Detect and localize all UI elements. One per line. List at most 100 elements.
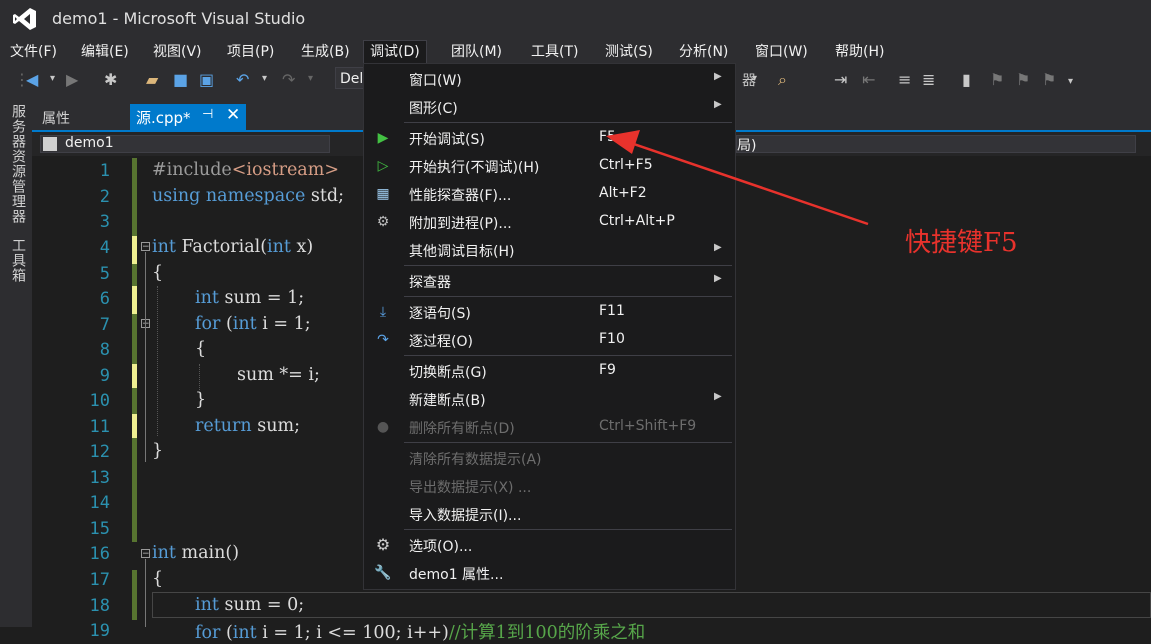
line-number: 17 — [89, 570, 110, 590]
indent-icon[interactable]: ⇥ — [834, 70, 847, 89]
annotation-label: 快捷键F5 — [905, 228, 1018, 258]
menu-item-toggle-breakpoint[interactable]: 切换断点(G) F9 — [364, 357, 735, 385]
menu-item-options[interactable]: ⚙ 选项(O)... — [364, 531, 735, 559]
menu-item-start-without-debugging[interactable]: ▷ 开始执行(不调试)(H) Ctrl+F5 — [364, 152, 735, 180]
redo-icon[interactable]: ↷ — [282, 70, 295, 89]
menu-window[interactable]: 窗口(W) — [749, 41, 814, 63]
forward-icon[interactable]: ▶ — [66, 70, 78, 89]
change-mark-unsaved — [132, 364, 137, 388]
change-mark-unsaved — [132, 414, 137, 438]
change-mark-saved — [132, 314, 137, 364]
toolbox-tab[interactable]: 工具箱 — [8, 238, 28, 283]
code-line: int Factorial(int x) — [152, 237, 314, 257]
gear-icon: ⚙ — [375, 535, 391, 554]
undo-icon[interactable]: ↶ — [236, 70, 249, 89]
menu-view[interactable]: 视图(V) — [147, 41, 208, 63]
fold-guide — [145, 252, 146, 462]
menu-file[interactable]: 文件(F) — [4, 41, 63, 63]
change-mark-saved — [132, 438, 137, 542]
menu-item-attach-to-process[interactable]: ⚙ 附加到进程(P)... Ctrl+Alt+P — [364, 208, 735, 236]
clear-bookmarks-icon[interactable]: ⚑ — [1042, 70, 1056, 89]
line-number: 13 — [89, 468, 110, 488]
member-scope-combo[interactable]: 局) — [736, 135, 1136, 154]
menu-item-other-debug-targets[interactable]: 其他调试目标(H) ▶ — [364, 236, 735, 264]
code-line: int main() — [152, 543, 240, 563]
prev-bookmark-icon[interactable]: ⚑ — [990, 70, 1004, 89]
menu-item-start-debugging[interactable]: ▶ 开始调试(S) F5 — [364, 124, 735, 152]
menu-debug[interactable]: 调试(D) — [363, 40, 427, 65]
change-mark-unsaved — [132, 286, 137, 314]
line-number: 6 — [99, 289, 110, 309]
close-icon[interactable]: ✕ — [226, 105, 240, 125]
menu-item-windows[interactable]: 窗口(W) ▶ — [364, 65, 735, 93]
menu-item-import-datatips[interactable]: 导入数据提示(I)... — [364, 500, 735, 528]
menu-help[interactable]: 帮助(H) — [829, 41, 890, 63]
comment-icon[interactable]: ≡ — [898, 70, 911, 89]
code-line: } — [152, 441, 164, 461]
menu-separator — [404, 442, 732, 443]
save-all-icon[interactable]: ▣ — [199, 70, 214, 89]
play-outline-icon: ▷ — [377, 158, 389, 174]
uncomment-icon[interactable]: ≣ — [922, 70, 935, 89]
fold-guide — [145, 559, 146, 627]
collapse-icon[interactable]: − — [141, 242, 150, 252]
menu-project[interactable]: 项目(P) — [221, 41, 280, 63]
code-line: } — [195, 390, 207, 410]
submenu-arrow-icon: ▶ — [714, 242, 722, 253]
open-icon[interactable]: ▰ — [146, 70, 158, 89]
change-mark-saved — [132, 264, 137, 286]
tab-label: 源.cpp* — [136, 109, 191, 127]
bookmark-icon[interactable]: ▮ — [962, 70, 971, 89]
collapse-icon[interactable]: − — [141, 549, 150, 559]
menu-item-project-properties[interactable]: 🔧 demo1 属性... — [364, 559, 735, 587]
menu-team[interactable]: 团队(M) — [445, 41, 508, 63]
code-line: #include<iostream> — [152, 160, 339, 180]
menu-test[interactable]: 测试(S) — [599, 41, 659, 63]
menu-item-delete-all-breakpoints: ● 删除所有断点(D) Ctrl+Shift+F9 — [364, 413, 735, 441]
menu-bar: 文件(F) 编辑(E) 视图(V) 项目(P) 生成(B) 调试(D) 团队(M… — [0, 38, 1151, 65]
line-number: 3 — [99, 212, 110, 232]
menu-edit[interactable]: 编辑(E) — [75, 41, 135, 63]
line-number: 16 — [89, 544, 110, 564]
code-line: for (int i = 1; — [195, 314, 311, 334]
next-bookmark-icon[interactable]: ⚑ — [1016, 70, 1030, 89]
delete-breakpoints-icon: ● — [376, 419, 390, 435]
outdent-icon[interactable]: ⇤ — [862, 70, 875, 89]
find-in-files-icon[interactable]: ⌕ — [778, 70, 787, 90]
line-number: 19 — [89, 621, 110, 641]
new-project-icon[interactable]: ✱ — [104, 70, 117, 89]
line-number: 1 — [99, 161, 110, 181]
tab-properties[interactable]: 属性 — [42, 108, 70, 128]
menu-item-new-breakpoint[interactable]: 新建断点(B) ▶ — [364, 385, 735, 413]
member-scope-label: 局) — [737, 138, 757, 154]
chevron-down-icon[interactable]: ▾ — [1068, 76, 1073, 87]
submenu-arrow-icon: ▶ — [714, 391, 722, 402]
save-icon[interactable]: ■ — [173, 70, 188, 89]
line-number: 8 — [99, 340, 110, 360]
menu-build[interactable]: 生成(B) — [295, 41, 356, 63]
tab-source-cpp[interactable]: 源.cpp* ⊣ ✕ — [130, 104, 246, 130]
back-icon[interactable]: ◀ — [26, 70, 38, 89]
menu-item-clear-all-datatips: 清除所有数据提示(A) — [409, 452, 542, 468]
menu-item-performance-profiler[interactable]: ▦ 性能探查器(F)... Alt+F2 — [364, 180, 735, 208]
step-over-icon: ↷ — [377, 332, 389, 348]
window-title: demo1 - Microsoft Visual Studio — [52, 9, 306, 28]
menu-item-step-into[interactable]: ⤓ 逐语句(S) F11 — [364, 298, 735, 326]
change-mark-saved — [132, 570, 137, 620]
chevron-down-icon[interactable]: ▾ — [752, 73, 757, 84]
menu-item-profiler[interactable]: 探查器 ▶ — [364, 267, 735, 295]
pin-icon[interactable]: ⊣ — [202, 107, 213, 122]
wrench-icon: 🔧 — [374, 565, 392, 581]
chevron-down-icon[interactable]: ▾ — [262, 73, 267, 84]
menu-item-graphics[interactable]: 图形(C) ▶ — [364, 93, 735, 121]
code-line: { — [195, 339, 207, 359]
chevron-down-icon[interactable]: ▾ — [308, 73, 313, 84]
menu-analyze[interactable]: 分析(N) — [673, 41, 734, 63]
change-mark-saved — [132, 158, 137, 236]
menu-tools[interactable]: 工具(T) — [525, 41, 584, 63]
chevron-down-icon[interactable]: ▾ — [50, 73, 55, 84]
line-number: 2 — [99, 187, 110, 207]
menu-item-step-over[interactable]: ↷ 逐过程(O) F10 — [364, 326, 735, 354]
server-explorer-tab[interactable]: 服务器资源管理器 — [8, 104, 28, 224]
project-scope-combo[interactable]: demo1 — [40, 135, 330, 153]
